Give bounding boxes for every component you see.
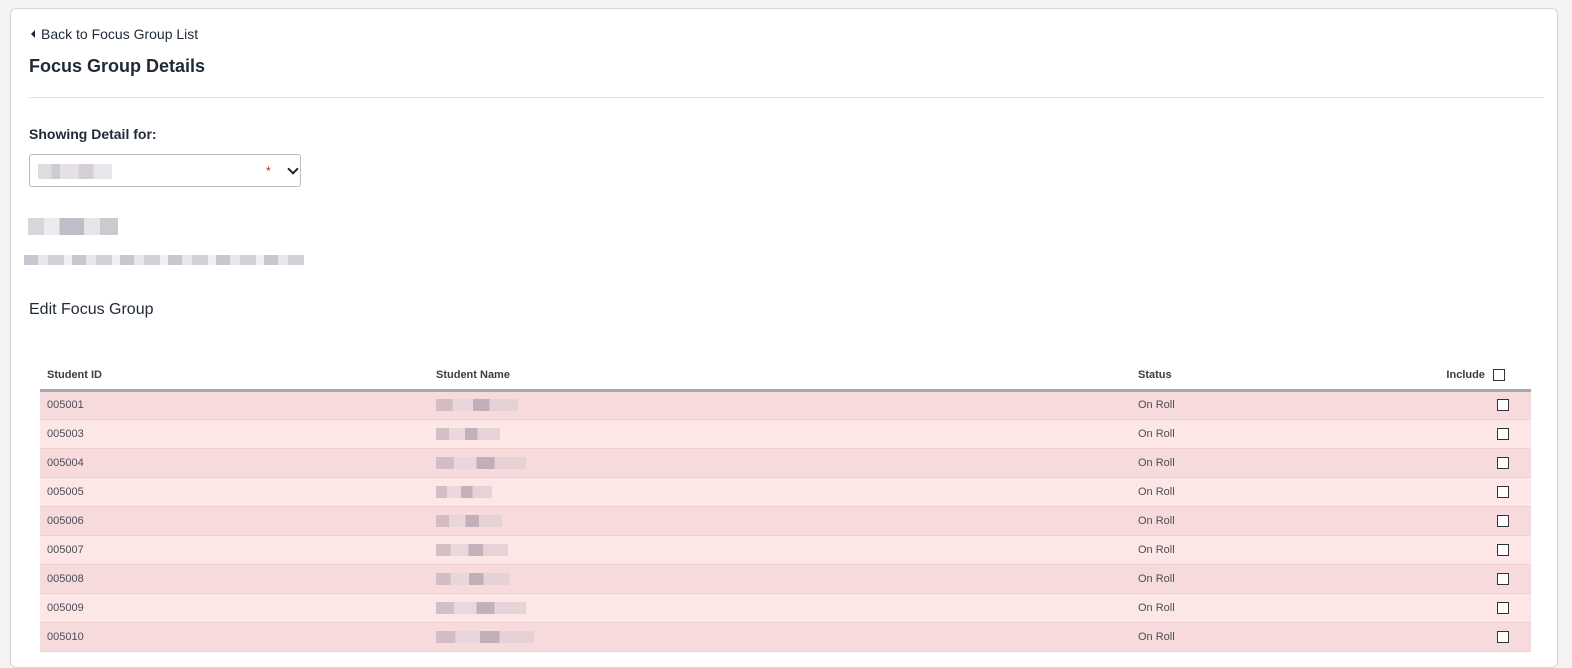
redacted-group-description [24,255,304,265]
include-label: Include [1446,369,1485,382]
status-cell: On Roll [1131,622,1388,652]
redacted-name [436,514,502,527]
include-cell [1388,622,1531,652]
status-cell: On Roll [1131,477,1388,507]
include-checkbox[interactable] [1497,572,1509,585]
redacted-name [436,485,492,498]
redacted-name [436,456,526,469]
status-cell: On Roll [1131,419,1388,449]
caret-left-icon [31,30,35,38]
table-row[interactable]: 005007 On Roll [40,535,1531,565]
column-header-student-id[interactable]: Student ID [40,362,429,390]
student-id-cell: 005007 [40,535,429,565]
include-checkbox[interactable] [1497,514,1509,527]
student-name-cell [429,535,1131,565]
status-cell: On Roll [1131,448,1388,478]
student-id-cell: 005010 [40,622,429,652]
include-cell [1388,535,1531,565]
status-cell: On Roll [1131,390,1388,420]
showing-detail-label: Showing Detail for: [29,126,157,142]
include-checkbox[interactable] [1497,601,1509,614]
include-checkbox[interactable] [1497,427,1509,440]
include-cell [1388,593,1531,623]
student-id-cell: 005003 [40,419,429,449]
column-header-student-name[interactable]: Student Name [429,362,1131,390]
redacted-name [436,572,509,585]
include-cell [1388,448,1531,478]
back-link-label: Back to Focus Group List [41,26,199,42]
table-row[interactable]: 005001 On Roll [40,390,1531,420]
student-name-cell [429,564,1131,594]
focus-group-select[interactable]: * [29,154,301,187]
column-header-status[interactable]: Status [1131,362,1388,390]
status-cell: On Roll [1131,506,1388,536]
student-id-cell: 005005 [40,477,429,507]
student-id-cell: 005008 [40,564,429,594]
student-name-cell [429,506,1131,536]
status-cell: On Roll [1131,564,1388,594]
student-id-cell: 005009 [40,593,429,623]
student-name-cell [429,448,1131,478]
redacted-name [436,543,508,556]
table-row[interactable]: 005008 On Roll [40,564,1531,594]
table-row[interactable]: 005004 On Roll [40,448,1531,478]
redacted-name [436,630,534,643]
divider [29,97,1544,98]
focus-group-details-panel: Back to Focus Group List Focus Group Det… [10,8,1558,668]
redacted-name [436,601,526,614]
status-cell: On Roll [1131,535,1388,565]
include-cell [1388,390,1531,420]
table-row[interactable]: 005009 On Roll [40,593,1531,623]
table-row[interactable]: 005003 On Roll [40,419,1531,449]
student-id-cell: 005001 [40,390,429,420]
student-name-cell [429,419,1131,449]
selected-value-redacted [38,164,112,179]
table-header-row: Student ID Student Name Status Include [40,362,1531,390]
include-cell [1388,477,1531,507]
chevron-down-icon [287,163,299,175]
include-cell [1388,564,1531,594]
student-id-cell: 005006 [40,506,429,536]
edit-focus-group-heading: Edit Focus Group [29,301,154,318]
student-name-cell [429,477,1131,507]
required-marker: * [266,164,271,178]
include-cell [1388,419,1531,449]
students-table: Student ID Student Name Status Include 0… [40,362,1531,652]
table-row[interactable]: 005005 On Roll [40,477,1531,507]
back-to-list-link[interactable]: Back to Focus Group List [31,26,198,42]
table-row[interactable]: 005010 On Roll [40,622,1531,652]
include-checkbox[interactable] [1497,456,1509,469]
student-name-cell [429,593,1131,623]
redacted-name [436,427,500,440]
redacted-group-name [28,218,118,235]
redacted-name [436,399,518,412]
select-all-checkbox[interactable] [1493,369,1505,382]
student-name-cell [429,390,1131,420]
include-checkbox[interactable] [1497,543,1509,556]
column-header-include: Include [1388,362,1531,390]
page-title: Focus Group Details [29,56,206,76]
status-cell: On Roll [1131,593,1388,623]
student-name-cell [429,622,1131,652]
include-checkbox[interactable] [1497,485,1509,498]
table-row[interactable]: 005006 On Roll [40,506,1531,536]
student-id-cell: 005004 [40,448,429,478]
include-checkbox[interactable] [1497,630,1509,643]
include-cell [1388,506,1531,536]
include-checkbox[interactable] [1497,399,1509,412]
